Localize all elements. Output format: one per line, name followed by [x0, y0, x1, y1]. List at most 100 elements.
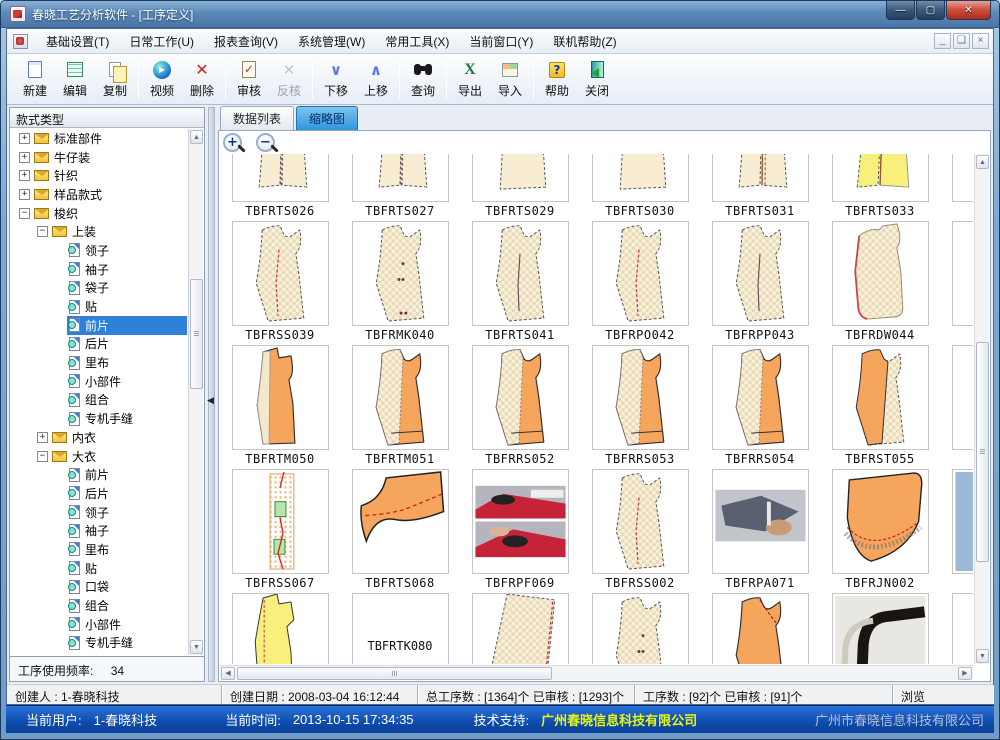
- grid-horizontal-scrollbar[interactable]: ◀ ▶: [220, 665, 973, 680]
- thumbnail-cell[interactable]: TBFRMK040: [340, 221, 460, 345]
- thumbnail-cell[interactable]: TBFRTS027: [340, 154, 460, 221]
- tree-item-里布[interactable]: 里布: [11, 353, 187, 372]
- mdi-restore-button[interactable]: ❏: [953, 33, 970, 49]
- 关闭-toolbar-button[interactable]: 关闭: [577, 56, 617, 102]
- thumbnail-cell[interactable]: TBFRTS030: [580, 154, 700, 221]
- tree-item-组合[interactable]: 组合: [11, 391, 187, 410]
- thumbnail-image[interactable]: [232, 469, 329, 574]
- tab-缩略图[interactable]: 缩略图: [296, 106, 358, 130]
- 编辑-toolbar-button[interactable]: 编辑: [55, 56, 95, 102]
- thumbnail-cell[interactable]: TBFRRS052: [460, 345, 580, 469]
- maximize-button[interactable]: ▢: [916, 1, 945, 20]
- tree-scroll-down-icon[interactable]: ▼: [190, 640, 203, 654]
- expand-box-icon[interactable]: +: [19, 133, 30, 144]
- thumbnail-image[interactable]: [952, 221, 974, 326]
- thumbnail-image[interactable]: [952, 469, 974, 574]
- tree-item-后片[interactable]: 后片: [11, 484, 187, 503]
- 视频-toolbar-button[interactable]: ▶视频: [142, 56, 182, 102]
- 审核-toolbar-button[interactable]: ✓审核: [229, 56, 269, 102]
- tree-item-组合[interactable]: 组合: [11, 596, 187, 615]
- thumbnail-image[interactable]: [592, 221, 689, 326]
- thumbnail-cell[interactable]: TBFRTK080: [340, 593, 460, 664]
- thumbnail-image[interactable]: [712, 154, 809, 202]
- mdi-close-button[interactable]: ×: [972, 33, 989, 49]
- grid-scroll-down-icon[interactable]: ▼: [976, 649, 989, 663]
- thumbnail-cell[interactable]: TBFRPP043: [700, 221, 820, 345]
- tree-item-标准部件[interactable]: +标准部件: [11, 129, 187, 148]
- tree-item-样品款式[interactable]: +样品款式: [11, 185, 187, 204]
- expand-box-icon[interactable]: +: [19, 152, 30, 163]
- thumbnail-image[interactable]: [232, 593, 329, 664]
- thumbnail-image[interactable]: [472, 345, 569, 450]
- 导出-toolbar-button[interactable]: X导出: [450, 56, 490, 102]
- tree-item-针织[interactable]: +针织: [11, 166, 187, 185]
- 查询-toolbar-button[interactable]: 查询: [403, 56, 443, 102]
- thumbnail-cell[interactable]: TBFRRS053: [580, 345, 700, 469]
- tab-数据列表[interactable]: 数据列表: [220, 106, 294, 130]
- panel-splitter[interactable]: ◀: [205, 107, 218, 682]
- grid-scroll-left-icon[interactable]: ◀: [221, 667, 235, 680]
- tree-item-贴[interactable]: 贴: [11, 559, 187, 578]
- tree-item-上装[interactable]: −上装: [11, 222, 187, 241]
- 删除-toolbar-button[interactable]: ✕删除: [182, 56, 222, 102]
- menu-item-3[interactable]: 系统管理(W): [288, 29, 375, 54]
- tree-item-后片[interactable]: 后片: [11, 335, 187, 354]
- grid-scroll-up-icon[interactable]: ▲: [976, 155, 989, 169]
- thumbnail-cell[interactable]: TBFRTS041: [460, 221, 580, 345]
- thumbnail-image[interactable]: [592, 345, 689, 450]
- 帮助-toolbar-button[interactable]: ?帮助: [537, 56, 577, 102]
- minimize-button[interactable]: —: [886, 1, 915, 20]
- expand-box-icon[interactable]: −: [37, 451, 48, 462]
- thumbnail-image[interactable]: [472, 469, 569, 574]
- thumbnail-cell[interactable]: TBFRTM051: [340, 345, 460, 469]
- thumbnail-image[interactable]: [352, 154, 449, 202]
- thumbnail-image[interactable]: [232, 345, 329, 450]
- thumbnail-image[interactable]: [832, 221, 929, 326]
- thumbnail-cell[interactable]: [580, 593, 700, 664]
- thumbnail-image[interactable]: [352, 221, 449, 326]
- tree-item-小部件[interactable]: 小部件: [11, 372, 187, 391]
- close-button[interactable]: ✕: [946, 1, 991, 20]
- tree-item-袖子[interactable]: 袖子: [11, 521, 187, 540]
- grid-hscroll-thumb[interactable]: [237, 667, 552, 680]
- tree-item-领子[interactable]: 领子: [11, 241, 187, 260]
- thumbnail-image[interactable]: [952, 154, 974, 202]
- thumbnail-image[interactable]: [712, 469, 809, 574]
- thumbnail-cell[interactable]: [820, 593, 940, 664]
- tree-item-领子[interactable]: 领子: [11, 503, 187, 522]
- thumbnail-cell[interactable]: [940, 221, 973, 345]
- grid-vscroll-thumb[interactable]: [976, 342, 989, 562]
- collapse-panel-icon[interactable]: ◀: [207, 395, 214, 406]
- thumbnail-image[interactable]: [952, 593, 974, 664]
- thumbnail-image[interactable]: [352, 345, 449, 450]
- tree-item-前片[interactable]: 前片: [11, 465, 187, 484]
- thumbnail-image[interactable]: [712, 221, 809, 326]
- thumbnail-cell[interactable]: TBFRSS002: [580, 469, 700, 593]
- thumbnail-image[interactable]: [472, 154, 569, 202]
- thumbnail-cell[interactable]: [940, 469, 973, 593]
- thumbnail-cell[interactable]: TBFRPF069: [460, 469, 580, 593]
- tree-item-袖子[interactable]: 袖子: [11, 260, 187, 279]
- expand-box-icon[interactable]: +: [19, 170, 30, 181]
- thumbnail-cell[interactable]: TBFRSS039: [220, 221, 340, 345]
- expand-box-icon[interactable]: +: [37, 432, 48, 443]
- thumbnail-image[interactable]: [712, 345, 809, 450]
- tree-item-梭织[interactable]: −梭织: [11, 204, 187, 223]
- thumbnail-image[interactable]: [952, 345, 974, 450]
- zoom-in-button[interactable]: +: [223, 133, 246, 156]
- thumbnail-cell[interactable]: TBFRSS067: [220, 469, 340, 593]
- thumbnail-image[interactable]: [592, 154, 689, 202]
- thumbnail-image[interactable]: [232, 154, 329, 202]
- tree-item-大衣[interactable]: −大衣: [11, 447, 187, 466]
- menu-item-5[interactable]: 当前窗口(Y): [459, 29, 543, 54]
- 导入-toolbar-button[interactable]: 导入: [490, 56, 530, 102]
- tree-item-小部件[interactable]: 小部件: [11, 615, 187, 634]
- menu-item-4[interactable]: 常用工具(X): [375, 29, 459, 54]
- thumbnail-image[interactable]: [232, 221, 329, 326]
- thumbnail-cell[interactable]: TBFRTS068: [340, 469, 460, 593]
- tree-scroll-up-icon[interactable]: ▲: [190, 130, 203, 144]
- thumbnail-cell[interactable]: TBFRPA071: [700, 469, 820, 593]
- thumbnail-image[interactable]: [352, 469, 449, 574]
- tree-item-内衣[interactable]: +内衣: [11, 428, 187, 447]
- thumbnail-image[interactable]: [592, 469, 689, 574]
